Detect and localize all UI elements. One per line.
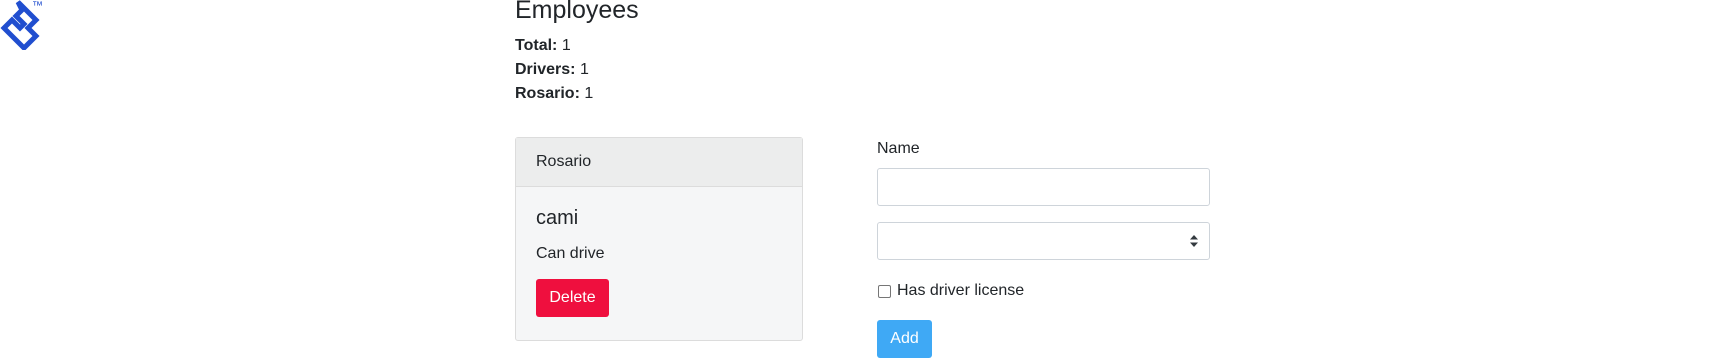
stats-summary: Total: 1 Drivers: 1 Rosario: 1 <box>515 34 593 106</box>
trademark-symbol: ™ <box>32 0 43 12</box>
page-title: Employees <box>515 0 639 24</box>
stat-total-label: Total: <box>515 37 558 54</box>
name-field-label: Name <box>877 140 920 157</box>
stat-drivers-label: Drivers: <box>515 61 576 78</box>
stat-total: Total: 1 <box>515 34 593 58</box>
add-employee-form: Name Has driver license Add <box>877 137 1210 358</box>
delete-button[interactable]: Delete <box>536 279 609 317</box>
stat-total-value: 1 <box>561 37 571 54</box>
employee-name: cami <box>536 207 579 229</box>
stat-rosario: Rosario: 1 <box>515 82 593 106</box>
location-select[interactable] <box>877 222 1210 260</box>
employee-card: Rosario cami Can drive Delete <box>515 137 803 341</box>
stat-rosario-label: Rosario: <box>515 85 580 102</box>
name-input[interactable] <box>877 168 1210 206</box>
driver-license-row: Has driver license <box>877 279 1210 303</box>
driver-license-checkbox[interactable] <box>878 284 891 298</box>
employee-driver-status: Can drive <box>536 245 605 262</box>
employee-card-body: cami Can drive Delete <box>516 206 802 317</box>
stat-rosario-value: 1 <box>584 85 594 102</box>
stat-drivers-value: 1 <box>579 61 589 78</box>
driver-license-label[interactable]: Has driver license <box>897 282 1024 300</box>
stat-drivers: Drivers: 1 <box>515 58 593 82</box>
select-arrows-icon <box>1190 235 1198 247</box>
add-button[interactable]: Add <box>877 320 932 358</box>
employee-card-header: Rosario <box>516 138 802 187</box>
